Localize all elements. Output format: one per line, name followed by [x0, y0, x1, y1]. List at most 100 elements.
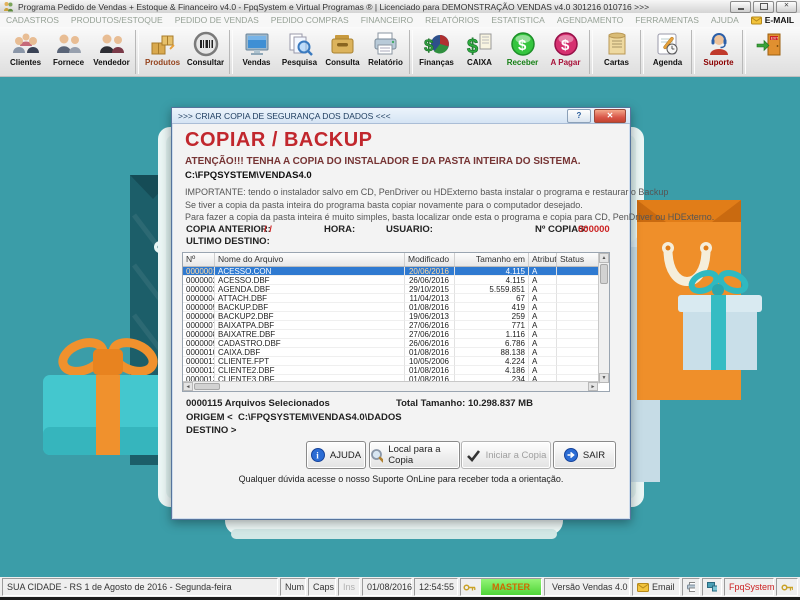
letters-scroll-icon — [604, 31, 630, 58]
horizontal-scrollbar[interactable]: ◄ ► — [183, 381, 598, 391]
check-icon — [466, 449, 481, 462]
ajuda-button[interactable]: i AJUDA — [306, 441, 366, 469]
restore-button[interactable] — [753, 1, 774, 13]
dialog-help-button[interactable]: ? — [567, 109, 591, 123]
toolbar-separator — [229, 30, 233, 74]
toolbar-agenda[interactable]: Agenda — [646, 29, 689, 75]
dialog-close-button[interactable]: ✕ — [594, 109, 626, 123]
info-icon: i — [311, 448, 325, 462]
menu-estatistica[interactable]: ESTATISTICA — [485, 15, 551, 25]
files-table-body: 0000001 ACESSO.CON 20/06/2016 4.115 A 00… — [183, 267, 609, 384]
toolbar-separator — [691, 30, 695, 74]
toolbar-financas[interactable]: $ Finanças — [415, 29, 458, 75]
n-copias-value: 000000 — [578, 224, 610, 235]
file-row[interactable]: 0000004 ATTACH.DBF 11/04/2013 67 A — [183, 294, 609, 303]
toolbar-clientes[interactable]: Clientes — [4, 29, 47, 75]
ultimo-destino-label: ULTIMO DESTINO: — [186, 236, 270, 247]
menu-financeiro[interactable]: FINANCEIRO — [355, 15, 419, 25]
menu-produtos-estoque[interactable]: PRODUTOS/ESTOQUE — [65, 15, 169, 25]
menu-email[interactable]: E-MAIL — [745, 15, 800, 25]
instruction-line: IMPORTANTE: tendo o instalador salvo em … — [185, 186, 714, 199]
system-path: C:\FPQSYSTEM\VENDAS4.0 — [185, 170, 312, 181]
files-table[interactable]: Nº Nome do Arquivo Modificado Tamanho em… — [182, 252, 610, 392]
file-row[interactable]: 0000005 BACKUP.DBF 01/08/2016 419 A — [183, 303, 609, 312]
file-row[interactable]: 0000001 ACESSO.CON 20/06/2016 4.115 A — [183, 267, 609, 276]
scroll-up-arrow[interactable]: ▲ — [599, 253, 609, 263]
toolbar-consulta[interactable]: Consulta — [321, 29, 364, 75]
status-key — [776, 578, 798, 596]
iniciar-copia-button[interactable]: Iniciar a Copia — [461, 441, 551, 469]
menu-pedido-de-vendas[interactable]: PEDIDO DE VENDAS — [169, 15, 265, 25]
status-bar: SUA CIDADE - RS 1 de Agosto de 2016 - Se… — [0, 577, 800, 597]
status-user-value: MASTER — [481, 579, 541, 595]
menu-ajuda[interactable]: AJUDA — [705, 15, 745, 25]
network-icon — [707, 582, 717, 592]
file-row[interactable]: 0000008 BAIXATRE.DBF 27/06/2016 1.116 A — [183, 330, 609, 339]
file-row[interactable]: 0000010 CAIXA.DBF 01/08/2016 88.138 A — [183, 348, 609, 357]
toolbar-caixa[interactable]: $ CAIXA — [458, 29, 501, 75]
file-row[interactable]: 0000007 BAIXATPA.DBF 27/06/2016 771 A — [183, 321, 609, 330]
toolbar-produtos[interactable]: Produtos — [141, 29, 184, 75]
toolbar-vendedor[interactable]: Vendedor — [90, 29, 133, 75]
scroll-left-arrow[interactable]: ◄ — [183, 382, 193, 391]
vertical-scroll-thumb[interactable] — [600, 264, 608, 284]
clients-icon — [11, 31, 41, 58]
toolbar-vendas[interactable]: Vendas — [235, 29, 278, 75]
menu-agendamento[interactable]: AGENDAMENTO — [551, 15, 629, 25]
toolbar: Clientes Fornece Vendedor Produtos Consu… — [0, 27, 800, 77]
file-row[interactable]: 0000006 BACKUP2.DBF 19/06/2013 259 A — [183, 312, 609, 321]
agenda-icon — [654, 31, 681, 58]
vertical-scrollbar[interactable]: ▲ ▼ — [598, 253, 609, 383]
menu-pedido-compras[interactable]: PEDIDO COMPRAS — [265, 15, 355, 25]
sellers-icon — [98, 31, 126, 58]
barcode-icon — [193, 31, 219, 58]
minimize-button[interactable] — [730, 1, 751, 13]
toolbar-cartas[interactable]: Cartas — [595, 29, 638, 75]
toolbar-consultar[interactable]: Consultar — [184, 29, 227, 75]
status-network[interactable] — [702, 578, 722, 596]
warning-text: ATENÇÃO!!! TENHA A COPIA DO INSTALADOR E… — [185, 156, 581, 167]
status-ins: Ins — [338, 578, 360, 596]
status-num: Num — [280, 578, 306, 596]
menu-relatorios[interactable]: RELATÓRIOS — [419, 15, 485, 25]
drawer-icon — [329, 31, 356, 58]
key-icon — [781, 583, 793, 592]
exit-door-icon: EXIT — [755, 31, 785, 58]
toolbar-exit[interactable]: EXIT — [748, 29, 791, 75]
dialog-title: >>> CRIAR COPIA DE SEGURANÇA DOS DADOS <… — [178, 111, 391, 121]
key-icon — [463, 583, 476, 592]
file-row[interactable]: 0000002 ACESSO.DBF 26/06/2016 4.115 A — [183, 276, 609, 285]
cash-icon: $ — [466, 31, 493, 58]
toolbar-relatorio[interactable]: Relatório — [364, 29, 407, 75]
toolbar-apagar[interactable]: $ A Pagar — [544, 29, 587, 75]
toolbar-pesquisa[interactable]: Pesquisa — [278, 29, 321, 75]
window-title: Programa Pedido de Vendas + Estoque & Fi… — [18, 2, 730, 12]
status-email[interactable]: Email — [632, 578, 680, 596]
file-row[interactable]: 0000011 CLIENTE.FPT 10/05/2006 4.224 A — [183, 357, 609, 366]
suppliers-icon — [55, 31, 83, 58]
envelope-icon — [637, 583, 649, 592]
sair-button[interactable]: SAIR — [553, 441, 616, 469]
scroll-right-arrow[interactable]: ► — [588, 382, 598, 391]
blue-gift-illustration — [675, 267, 767, 379]
total-size-value: 10.298.837 MB — [468, 398, 533, 409]
menu-ferramentas[interactable]: FERRAMENTAS — [629, 15, 705, 25]
products-boxes-icon — [149, 31, 177, 58]
toolbar-suporte[interactable]: Suporte — [697, 29, 740, 75]
menu-cadastros[interactable]: CADASTROS — [0, 15, 65, 25]
status-printer[interactable] — [682, 578, 700, 596]
desktop-background: >>> CRIAR COPIA DE SEGURANÇA DOS DADOS <… — [0, 77, 800, 577]
instructions: IMPORTANTE: tendo o instalador salvo em … — [185, 186, 714, 224]
local-para-copia-button[interactable]: Local para a Copia — [369, 441, 460, 469]
file-row[interactable]: 0000012 CLIENTE2.DBF 01/08/2016 4.186 A — [183, 366, 609, 375]
close-button[interactable]: ✕ — [776, 1, 797, 13]
toolbar-receber[interactable]: $ Receber — [501, 29, 544, 75]
file-row[interactable]: 0000003 AGENDA.DBF 29/10/2015 5.559.851 … — [183, 285, 609, 294]
dialog-heading: COPIAR / BACKUP — [185, 129, 373, 152]
usuario-label: USUARIO: — [386, 224, 433, 235]
file-row[interactable]: 0000009 CADASTRO.DBF 26/06/2016 6.786 A — [183, 339, 609, 348]
horizontal-scroll-thumb[interactable] — [194, 383, 220, 390]
scroll-down-arrow[interactable]: ▼ — [599, 373, 609, 383]
toolbar-fornece[interactable]: Fornece — [47, 29, 90, 75]
svg-text:$: $ — [561, 37, 570, 54]
